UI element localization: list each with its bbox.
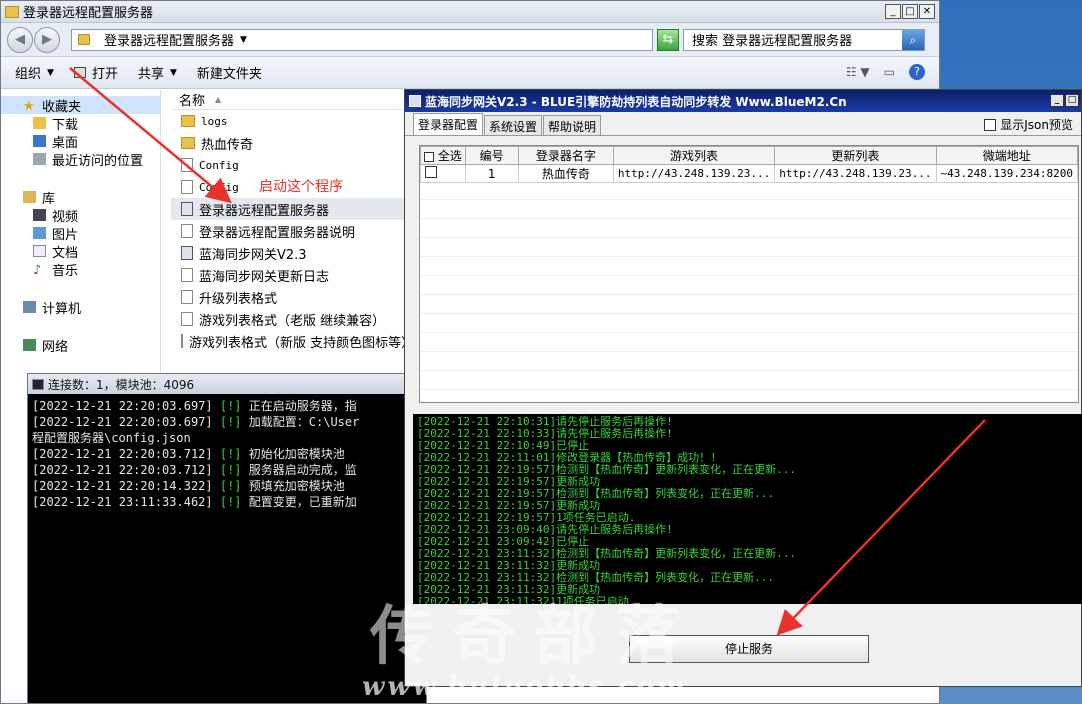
arrow-to-program [69, 67, 232, 204]
annotation-arrows [69, 67, 986, 636]
arrow-to-stop-button [776, 419, 986, 636]
